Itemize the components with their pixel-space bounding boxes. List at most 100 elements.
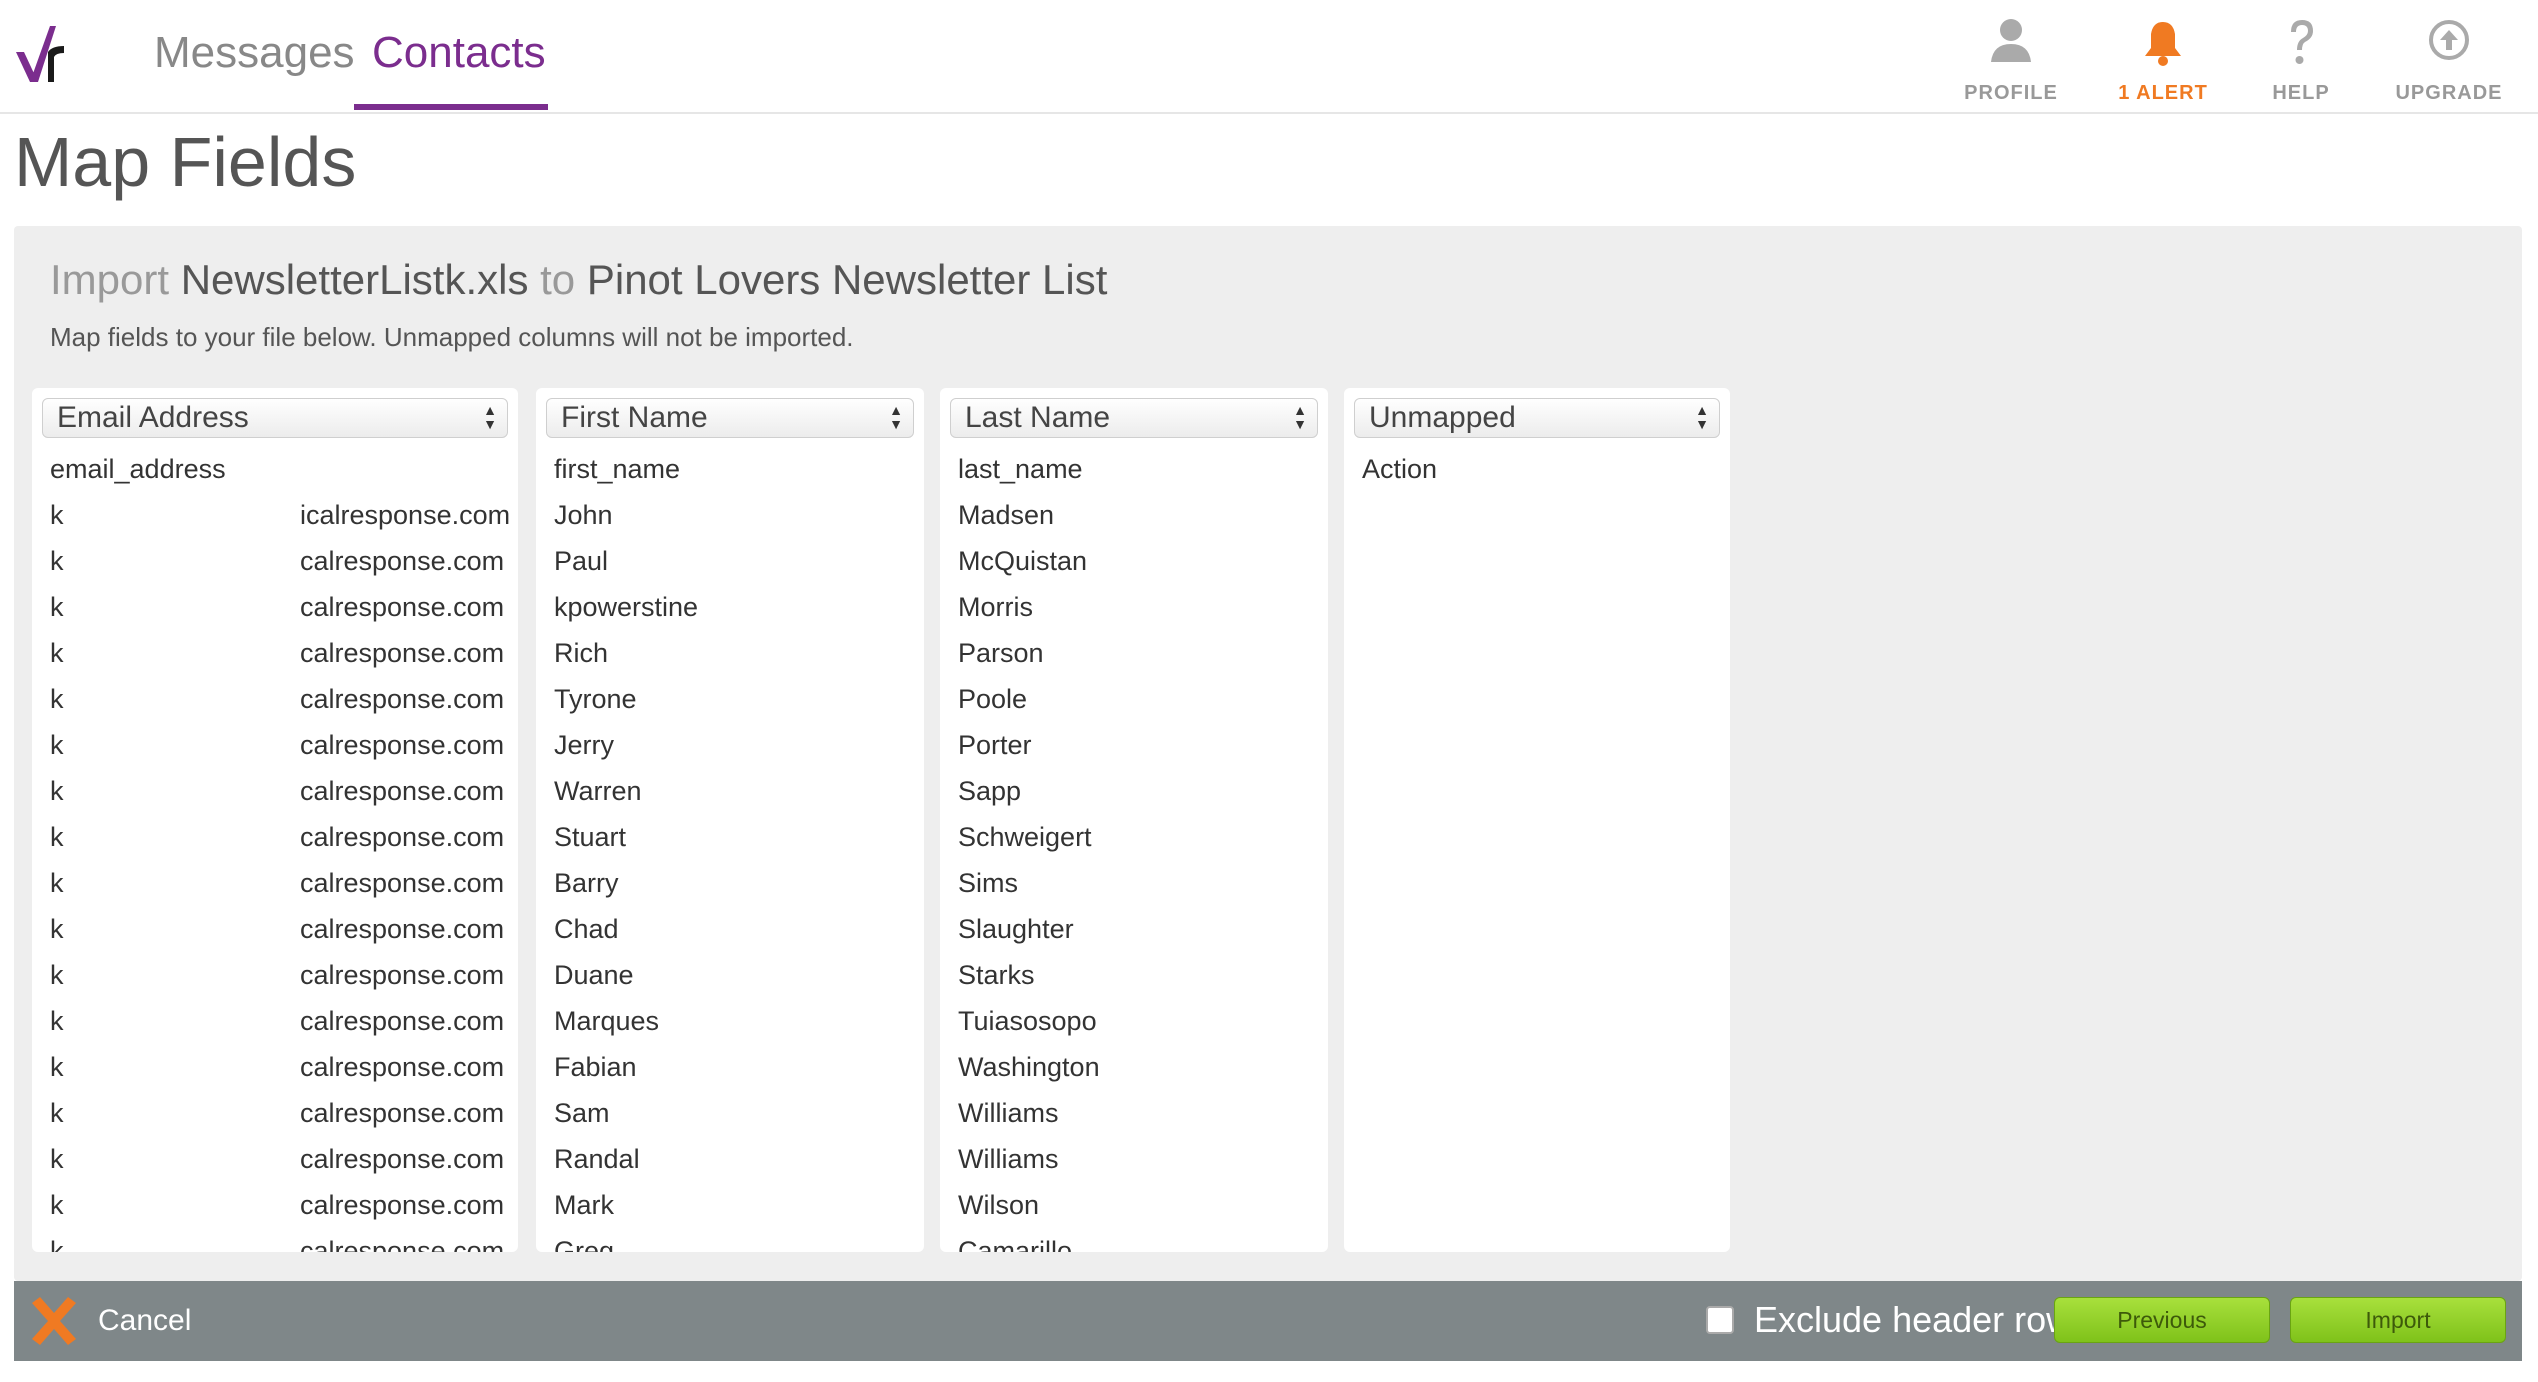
column-cell: Starks — [958, 960, 1035, 990]
field-mapping-select[interactable]: First Name ▲ ▼ — [546, 398, 914, 438]
column-cell: Camarillo — [958, 1236, 1073, 1252]
profile-label: PROFILE — [1964, 82, 2058, 104]
tab-messages[interactable]: Messages — [154, 28, 355, 78]
exclude-header-checkbox[interactable] — [1706, 1306, 1734, 1334]
column-cell: Jerry — [554, 730, 614, 760]
column-cell: k calresponse.com — [32, 1136, 518, 1182]
email-domain-text: calresponse.com — [300, 1236, 505, 1252]
bell-icon — [2145, 22, 2181, 66]
column-rows: Action — [1344, 446, 1730, 1252]
column-cell: k calresponse.com — [32, 906, 518, 952]
email-domain-text: calresponse.com — [300, 592, 505, 622]
column-cell: Tyrone — [554, 684, 637, 714]
column-cell: Poole — [958, 684, 1028, 714]
column-cell: Washington — [958, 1052, 1100, 1082]
column-cell: Williams — [958, 1144, 1059, 1174]
question-icon — [2291, 20, 2313, 64]
column-cell: Rich — [554, 638, 609, 668]
column-cell: k calresponse.com — [32, 630, 518, 676]
help-link[interactable]: HELP — [2236, 16, 2366, 105]
email-domain-text: calresponse.com — [300, 1098, 505, 1128]
column-cell: Porter — [958, 730, 1032, 760]
upload-arrow-icon — [2429, 20, 2469, 60]
field-column-email: Email Address ▲ ▼ email_address k icalresp… — [32, 388, 518, 1252]
column-cell: k calresponse.com — [32, 1044, 518, 1090]
select-arrows-icon: ▲ ▼ — [1293, 402, 1307, 432]
column-cell: Parson — [958, 638, 1044, 668]
vr-logo[interactable] — [14, 22, 70, 88]
column-header-cell: last_name — [958, 454, 1083, 484]
email-domain-text: calresponse.com — [300, 868, 505, 898]
field-mapping-select[interactable]: Last Name ▲ ▼ — [950, 398, 1318, 438]
map-fields-panel: Import NewsletterListk.xls to Pinot Love… — [14, 226, 2522, 1281]
email-start-text: k — [50, 1006, 64, 1036]
email-domain-text: calresponse.com — [300, 1006, 505, 1036]
column-cell: McQuistan — [958, 546, 1088, 576]
email-start-text: k — [50, 1052, 64, 1082]
column-cell: Warren — [554, 776, 642, 806]
email-domain-text: calresponse.com — [300, 730, 505, 760]
upgrade-label: UPGRADE — [2395, 82, 2503, 104]
field-column-unmapped: Unmapped ▲ ▼ Action — [1344, 388, 1730, 1252]
active-tab-indicator — [354, 104, 548, 110]
column-cell: John — [554, 500, 613, 530]
email-domain-text: calresponse.com — [300, 1144, 505, 1174]
field-mapping-value: Unmapped — [1369, 401, 1516, 434]
cancel-label: Cancel — [98, 1304, 192, 1337]
upgrade-link[interactable]: UPGRADE — [2384, 16, 2514, 105]
column-cell: Tuiasosopo — [958, 1006, 1097, 1036]
email-start-text: k — [50, 1236, 64, 1252]
top-navigation-bar: Messages Contacts PROFILE 1 ALERT HELP U… — [0, 0, 2538, 114]
column-cell: k calresponse.com — [32, 722, 518, 768]
email-domain-text: icalresponse.com — [300, 500, 511, 530]
email-start-text: k — [50, 960, 64, 990]
import-instructions: Map fields to your file below. Unmapped … — [50, 322, 854, 352]
column-rows: last_name Madsen McQuistan Morris Parson Poo… — [940, 446, 1328, 1252]
field-mapping-select[interactable]: Unmapped ▲ ▼ — [1354, 398, 1720, 438]
column-cell: Williams — [958, 1098, 1059, 1128]
column-cell: Wilson — [958, 1190, 1040, 1220]
email-start-text: k — [50, 638, 64, 668]
column-cell: Sam — [554, 1098, 610, 1128]
email-domain-text: calresponse.com — [300, 914, 505, 944]
column-cell: k calresponse.com — [32, 676, 518, 722]
email-domain-text: calresponse.com — [300, 638, 505, 668]
field-mapping-value: Email Address — [57, 401, 249, 434]
column-header-cell: first_name — [554, 454, 681, 484]
email-start-text: k — [50, 1144, 64, 1174]
column-cell: Fabian — [554, 1052, 637, 1082]
tab-contacts[interactable]: Contacts — [372, 28, 546, 78]
email-start-text: k — [50, 1098, 64, 1128]
exclude-header-label: Exclude header row — [1754, 1299, 2073, 1340]
column-cell: Paul — [554, 546, 609, 576]
import-prefix: Import — [50, 256, 170, 303]
import-button[interactable]: Import — [2290, 1297, 2506, 1343]
email-domain-text: calresponse.com — [300, 776, 505, 806]
column-cell: Randal — [554, 1144, 640, 1174]
column-cell: k calresponse.com — [32, 998, 518, 1044]
email-start-text: k — [50, 1190, 64, 1220]
email-domain-text: calresponse.com — [300, 1190, 505, 1220]
column-cell: Duane — [554, 960, 634, 990]
cell-text: email_address — [50, 454, 226, 484]
field-mapping-value: Last Name — [965, 401, 1111, 434]
help-label: HELP — [2272, 82, 2330, 104]
column-cell: Sims — [958, 868, 1018, 898]
select-arrows-icon: ▲ ▼ — [1695, 402, 1709, 432]
page-title: Map Fields — [14, 123, 357, 201]
column-cell: Slaughter — [958, 914, 1074, 944]
cancel-button[interactable]: Cancel — [26, 1291, 191, 1351]
column-cell: Barry — [554, 868, 619, 898]
field-column-first-name: First Name ▲ ▼ first_name John Paul kpowers… — [536, 388, 924, 1252]
column-cell: Madsen — [958, 500, 1055, 530]
column-cell: k calresponse.com — [32, 1228, 518, 1252]
profile-link[interactable]: PROFILE — [1946, 16, 2076, 105]
email-start-text: k — [50, 914, 64, 944]
previous-button[interactable]: Previous — [2054, 1297, 2270, 1343]
email-start-text: k — [50, 500, 64, 530]
column-cell: Schweigert — [958, 822, 1092, 852]
column-rows: first_name John Paul kpowerstine Rich Tyrone… — [536, 446, 924, 1252]
alert-link[interactable]: 1 ALERT — [2098, 16, 2228, 105]
exclude-header-row-toggle[interactable]: Exclude header row — [1706, 1299, 2072, 1341]
field-mapping-select[interactable]: Email Address ▲ ▼ — [42, 398, 508, 438]
